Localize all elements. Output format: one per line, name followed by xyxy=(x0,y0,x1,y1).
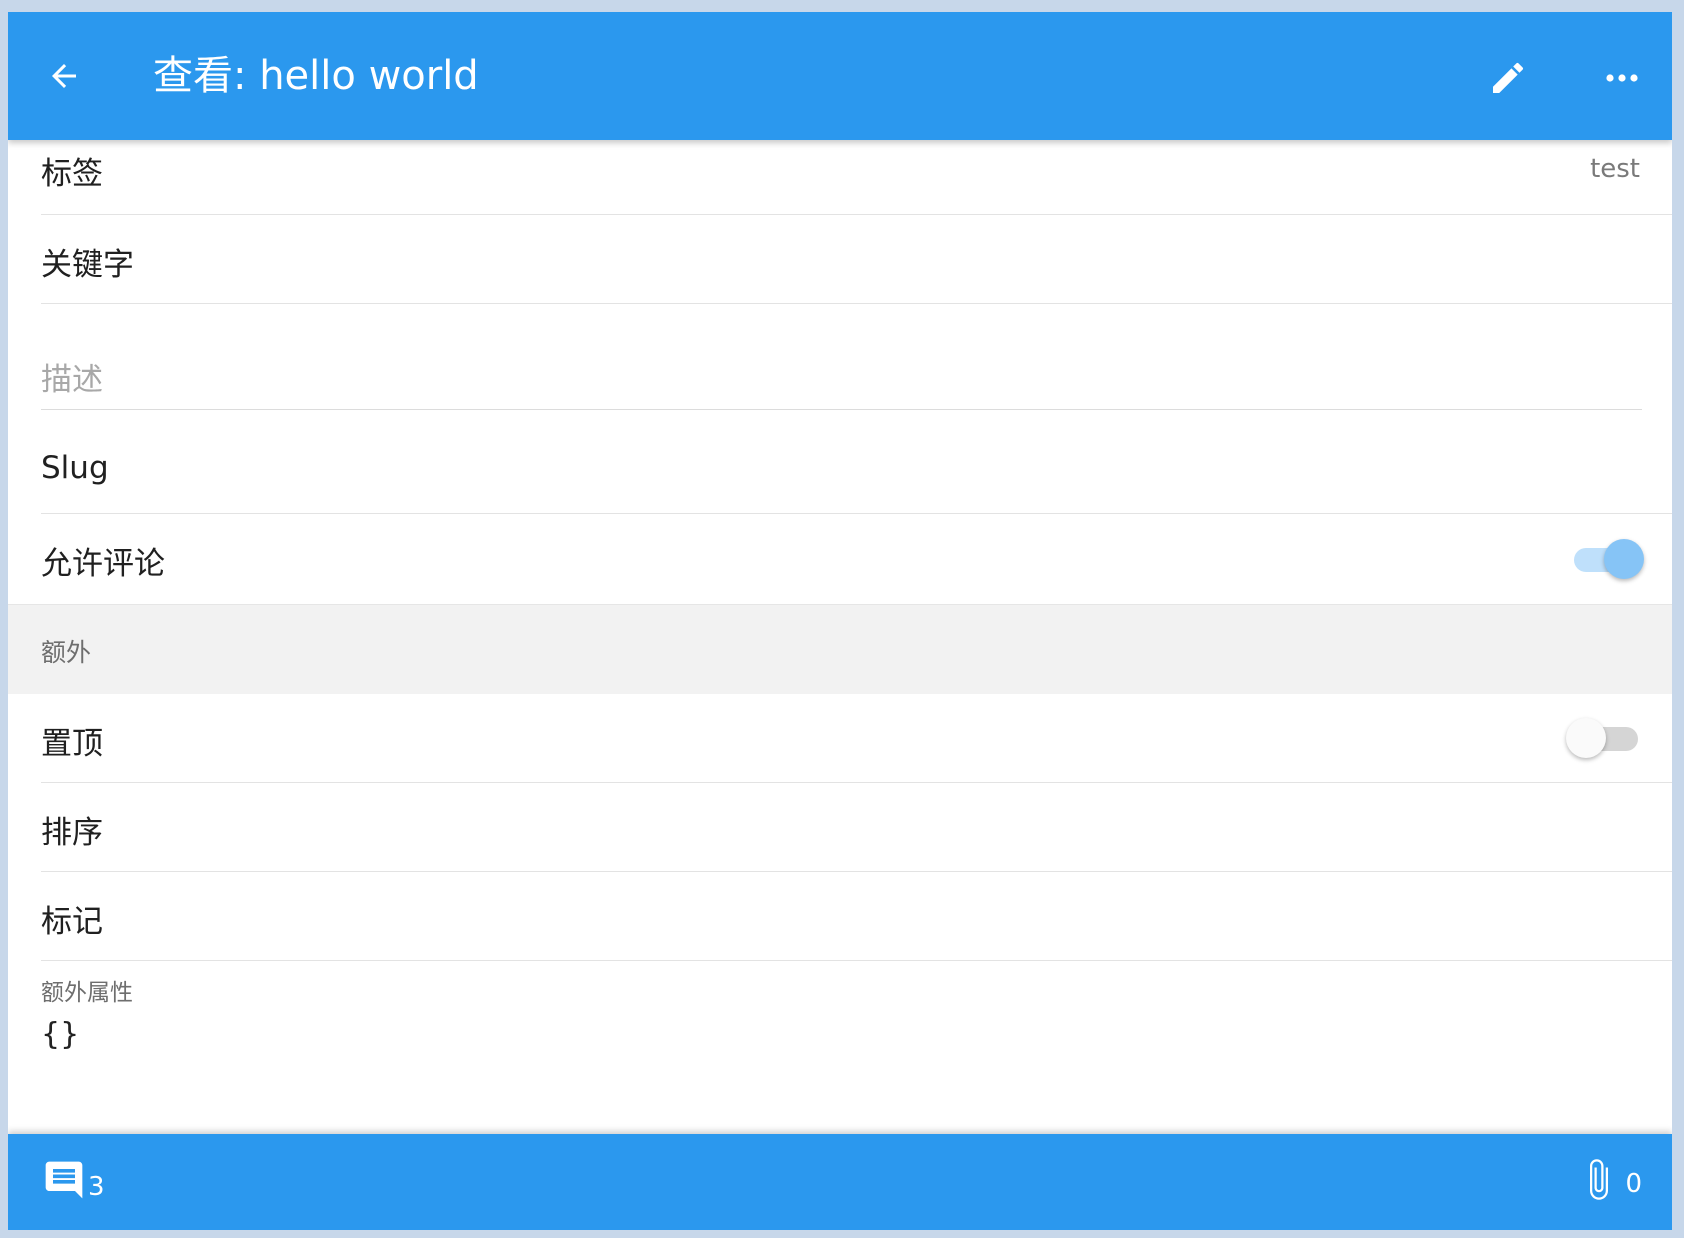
tags-row[interactable]: 标签 test xyxy=(8,140,1672,215)
tags-label: 标签 xyxy=(41,156,103,192)
sticky-toggle[interactable] xyxy=(1566,718,1640,758)
description-placeholder: 描述 xyxy=(41,362,103,398)
attachments-button[interactable]: 0 xyxy=(1581,1156,1642,1206)
keywords-label: 关键字 xyxy=(41,247,134,283)
comment-icon xyxy=(45,1161,83,1199)
allow-comments-row: 允许评论 xyxy=(8,514,1672,604)
slug-label: Slug xyxy=(41,450,109,486)
page-title: 查看: hello world xyxy=(153,53,479,99)
paperclip-icon xyxy=(1590,1159,1609,1200)
app-frame: 查看: hello world 标签 test 关键字 描述 Slug 允许评论… xyxy=(8,12,1672,1230)
comments-button[interactable]: 3 xyxy=(42,1158,105,1202)
allow-comments-toggle[interactable] xyxy=(1570,539,1644,579)
sticky-row: 置顶 xyxy=(8,694,1672,783)
description-field[interactable]: 描述 xyxy=(8,304,1672,410)
bottom-bar: 3 0 xyxy=(8,1134,1672,1230)
mark-row[interactable]: 标记 xyxy=(8,872,1672,961)
back-button[interactable] xyxy=(42,54,86,98)
allow-comments-label: 允许评论 xyxy=(41,546,165,582)
extra-section-title: 额外 xyxy=(41,638,92,667)
comment-count: 3 xyxy=(88,1172,105,1202)
mark-label: 标记 xyxy=(41,904,103,940)
extra-props-label: 额外属性 xyxy=(41,980,133,1006)
order-row[interactable]: 排序 xyxy=(8,783,1672,872)
detail-content: 标签 test 关键字 描述 Slug 允许评论 额外 置顶 排序 标记 额外属… xyxy=(8,140,1672,1144)
order-label: 排序 xyxy=(41,815,103,851)
sticky-label: 置顶 xyxy=(41,726,103,762)
keywords-row[interactable]: 关键字 xyxy=(8,215,1672,304)
extra-section-header: 额外 xyxy=(8,604,1672,694)
extra-props-field[interactable]: 额外属性 {} xyxy=(8,961,1672,1081)
more-horizontal-icon xyxy=(1606,74,1638,82)
edit-button[interactable] xyxy=(1484,54,1532,102)
toggle-knob xyxy=(1604,539,1644,579)
more-button[interactable] xyxy=(1598,54,1646,102)
top-app-bar: 查看: hello world xyxy=(8,12,1672,140)
tags-value: test xyxy=(1590,154,1640,184)
toggle-knob xyxy=(1566,718,1606,758)
pencil-icon xyxy=(1493,62,1524,93)
arrow-left-icon xyxy=(52,64,76,88)
slug-row[interactable]: Slug xyxy=(8,410,1672,514)
extra-props-value: {} xyxy=(41,1017,80,1052)
attachment-count: 0 xyxy=(1625,1169,1642,1199)
